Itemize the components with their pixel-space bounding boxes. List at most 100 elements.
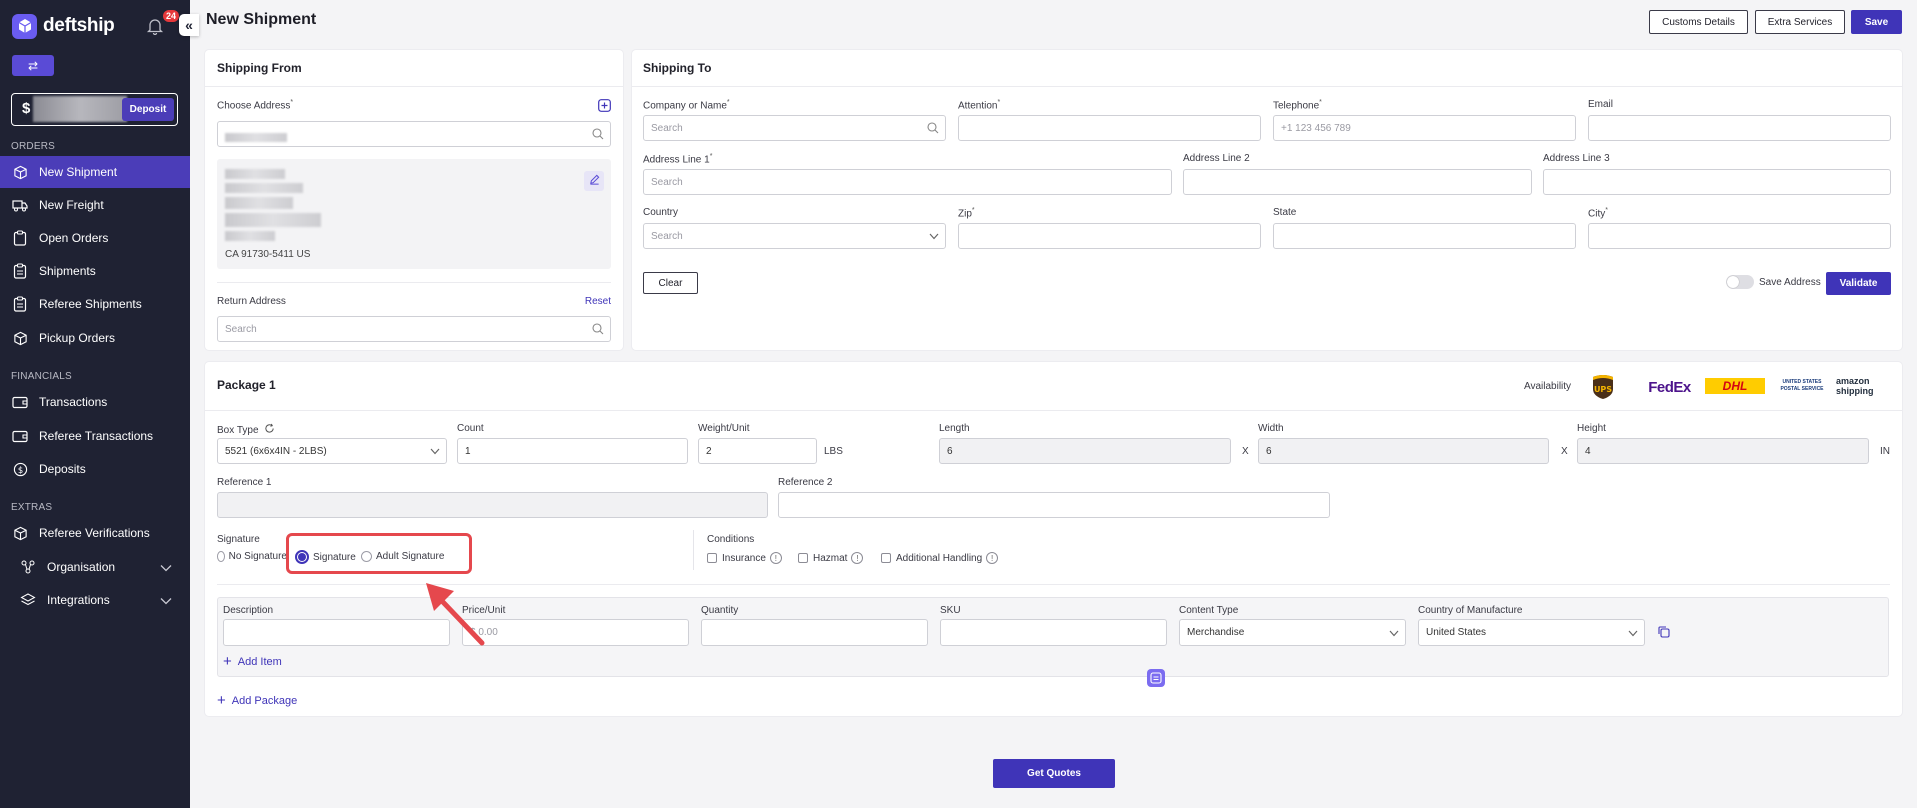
box-icon bbox=[12, 330, 28, 346]
refresh-icon[interactable] bbox=[264, 423, 275, 437]
dollar-icon: $ bbox=[12, 461, 28, 477]
width-input[interactable]: 6 bbox=[1258, 438, 1549, 464]
address-line-1-input[interactable]: Search bbox=[643, 169, 1172, 195]
length-input[interactable]: 6 bbox=[939, 438, 1231, 464]
info-icon[interactable]: ! bbox=[851, 552, 864, 564]
clear-button[interactable]: Clear bbox=[643, 272, 698, 294]
address-line-3-input[interactable] bbox=[1543, 169, 1891, 195]
get-quotes-button[interactable]: Get Quotes bbox=[993, 759, 1115, 788]
content-type-select[interactable]: Merchandise bbox=[1179, 619, 1406, 646]
sidebar-item-open-orders[interactable]: Open Orders bbox=[0, 222, 190, 254]
section-financials: FINANCIALS bbox=[11, 371, 72, 382]
section-extras: EXTRAS bbox=[11, 502, 53, 513]
telephone-placeholder: +1 123 456 789 bbox=[1281, 122, 1351, 134]
chevron-down-icon bbox=[160, 594, 172, 608]
zip-input[interactable] bbox=[958, 223, 1261, 249]
times-symbol: X bbox=[1242, 446, 1249, 457]
reference-2-input[interactable] bbox=[778, 492, 1330, 518]
sidebar-item-integrations[interactable]: Integrations bbox=[0, 584, 190, 616]
save-address-label: Save Address bbox=[1759, 277, 1821, 288]
save-button[interactable]: Save bbox=[1851, 10, 1902, 34]
sku-input[interactable] bbox=[940, 619, 1167, 646]
search-icon bbox=[927, 122, 939, 137]
vertical-divider bbox=[693, 530, 694, 570]
dimension-unit: IN bbox=[1880, 446, 1890, 457]
fedex-logo-text: FedEx bbox=[1648, 378, 1691, 396]
brand-name: deftship bbox=[43, 15, 115, 36]
add-item-button[interactable]: + Add Item bbox=[223, 653, 282, 670]
sidebar-item-new-shipment[interactable]: New Shipment bbox=[0, 156, 190, 188]
deposit-button[interactable]: Deposit bbox=[122, 98, 174, 121]
height-input[interactable]: 4 bbox=[1577, 438, 1869, 464]
info-icon[interactable]: ! bbox=[986, 552, 999, 564]
collapse-sidebar-button[interactable]: « bbox=[179, 14, 199, 36]
price-input[interactable]: $ 0.00 bbox=[462, 619, 689, 646]
address-line-redacted bbox=[225, 183, 303, 193]
height-value: 4 bbox=[1585, 445, 1591, 457]
city-input[interactable] bbox=[1588, 223, 1891, 249]
sidebar-item-referee-shipments[interactable]: Referee Shipments bbox=[0, 288, 190, 320]
save-address-toggle[interactable] bbox=[1726, 275, 1754, 289]
pencil-icon bbox=[589, 174, 600, 188]
email-input[interactable] bbox=[1588, 115, 1891, 141]
info-icon[interactable]: ! bbox=[769, 552, 782, 564]
radio-no-signature[interactable]: No Signature bbox=[217, 551, 287, 562]
sidebar-item-label: Referee Transactions bbox=[39, 429, 154, 443]
swap-account-button[interactable]: ⇄ bbox=[12, 55, 54, 76]
choose-address-input[interactable] bbox=[217, 121, 611, 147]
floating-helper-icon[interactable] bbox=[1147, 669, 1165, 687]
duplicate-item-icon[interactable] bbox=[1658, 626, 1670, 641]
address-line-2-input[interactable] bbox=[1183, 169, 1532, 195]
return-address-label: Return Address bbox=[217, 296, 286, 307]
length-label: Length bbox=[939, 423, 970, 434]
box-type-value: 5521 (6x6x4IN - 2LBS) bbox=[225, 445, 327, 457]
checkbox-additional-handling[interactable]: Additional Handling ! bbox=[881, 552, 999, 564]
reset-link[interactable]: Reset bbox=[585, 296, 611, 307]
sidebar-item-deposits[interactable]: $ Deposits bbox=[0, 453, 190, 485]
wallet-icon bbox=[12, 394, 28, 410]
checkbox-insurance[interactable]: Insurance ! bbox=[707, 552, 782, 564]
add-package-button[interactable]: + Add Package bbox=[217, 692, 297, 709]
address-line-redacted bbox=[225, 231, 275, 241]
add-address-icon[interactable] bbox=[598, 99, 611, 115]
customs-details-button[interactable]: Customs Details bbox=[1649, 10, 1748, 34]
sidebar-item-referee-verifications[interactable]: Referee Verifications bbox=[0, 517, 190, 549]
clipboard-list-icon bbox=[12, 296, 28, 312]
telephone-input[interactable]: +1 123 456 789 bbox=[1273, 115, 1576, 141]
attention-input[interactable] bbox=[958, 115, 1261, 141]
company-search-input[interactable]: Search bbox=[643, 115, 946, 141]
layers-icon bbox=[20, 592, 36, 608]
sidebar-item-transactions[interactable]: Transactions bbox=[0, 386, 190, 418]
telephone-label: Telephone* bbox=[1273, 99, 1322, 112]
country-of-manufacture-select[interactable]: United States bbox=[1418, 619, 1645, 646]
sidebar-item-pickup-orders[interactable]: Pickup Orders bbox=[0, 322, 190, 354]
sidebar-item-shipments[interactable]: Shipments bbox=[0, 255, 190, 287]
country-select[interactable]: Search bbox=[643, 223, 946, 249]
description-input[interactable] bbox=[223, 619, 450, 646]
validate-button[interactable]: Validate bbox=[1826, 272, 1891, 295]
sidebar-item-label: Pickup Orders bbox=[39, 331, 116, 345]
extra-services-button[interactable]: Extra Services bbox=[1755, 10, 1845, 34]
quantity-input[interactable] bbox=[701, 619, 928, 646]
brand-logo[interactable]: deftship bbox=[12, 13, 115, 39]
reference-1-input[interactable] bbox=[217, 492, 768, 518]
sku-label: SKU bbox=[940, 605, 961, 616]
divider bbox=[205, 86, 623, 87]
return-address-search-input[interactable]: Search bbox=[217, 316, 611, 342]
address-redacted bbox=[225, 132, 287, 142]
sidebar-item-referee-transactions[interactable]: Referee Transactions bbox=[0, 420, 190, 452]
edit-address-button[interactable] bbox=[584, 171, 604, 191]
sidebar-item-organisation[interactable]: Organisation bbox=[0, 551, 190, 583]
checkbox-box bbox=[798, 553, 808, 563]
box-type-label-text: Box Type bbox=[217, 424, 259, 436]
choose-address-label: Choose Address* bbox=[217, 99, 294, 112]
weight-input[interactable]: 2 bbox=[698, 438, 817, 464]
sidebar-item-new-freight[interactable]: New Freight bbox=[0, 189, 190, 221]
checkbox-hazmat[interactable]: Hazmat ! bbox=[798, 552, 864, 564]
box-type-select[interactable]: 5521 (6x6x4IN - 2LBS) bbox=[217, 438, 447, 464]
bell-icon[interactable] bbox=[146, 17, 166, 37]
state-input[interactable] bbox=[1273, 223, 1576, 249]
sidebar-item-label: New Shipment bbox=[39, 165, 118, 179]
count-input[interactable]: 1 bbox=[457, 438, 688, 464]
availability-label: Availability bbox=[1524, 381, 1572, 392]
